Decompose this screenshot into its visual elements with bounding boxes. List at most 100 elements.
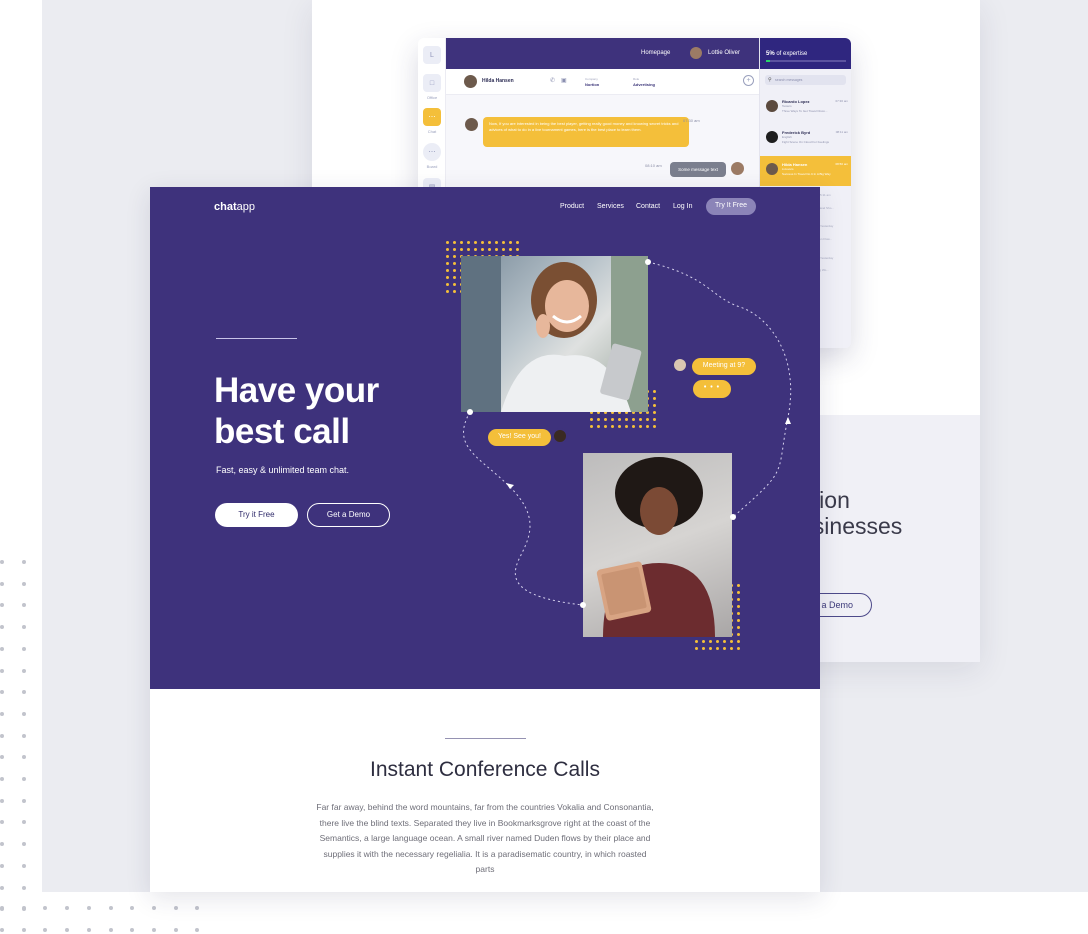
decor-dot (151, 906, 156, 910)
connector-node (645, 259, 651, 265)
progress-fill (766, 60, 770, 62)
phone-icon[interactable]: ✆ (550, 77, 555, 84)
decor-dot (86, 927, 91, 932)
front-landing-page: chatapp Product Services Contact Log In … (150, 187, 820, 892)
decor-dot (21, 777, 26, 781)
decor-dot (21, 863, 26, 868)
app-topbar: Homepage Lottie Oliver (446, 38, 759, 69)
video-icon[interactable]: ▣ (561, 77, 567, 84)
decor-dot (0, 668, 4, 673)
decor-dot (65, 927, 70, 932)
hero-section: chatapp Product Services Contact Log In … (150, 187, 820, 689)
decor-dot (0, 906, 4, 910)
contact-avatar (464, 75, 477, 88)
decor-dot (21, 798, 26, 803)
decor-dot (0, 755, 4, 760)
home-icon[interactable]: L (423, 46, 441, 64)
decor-dot (21, 603, 26, 608)
office-icon[interactable]: □ (423, 74, 441, 92)
chat-icon[interactable]: ⋯ (423, 108, 441, 126)
chip-reply: Yes! See you! (488, 429, 551, 446)
decor-dot (0, 863, 4, 868)
decor-dot (0, 603, 4, 608)
contact-role: Testers (782, 104, 792, 108)
search-icon: ⚲ (768, 77, 772, 83)
add-icon[interactable]: + (743, 75, 754, 86)
decor-dot (0, 885, 4, 890)
role-value: Advertising (633, 82, 656, 87)
decor-dot (0, 690, 4, 695)
contact-time: Yesterday (820, 224, 834, 228)
photo-woman-phone (461, 256, 648, 412)
sidebar-label-board: Board (426, 164, 438, 169)
board-icon[interactable]: ⋯ (423, 143, 441, 161)
decor-dot (65, 906, 70, 910)
sidebar-label-chat: Chat (427, 129, 437, 134)
contact-time: 08:11 am (835, 130, 848, 134)
topbar-user-name[interactable]: Lottie Oliver (708, 50, 740, 56)
search-messages-input[interactable]: search messages (765, 75, 846, 85)
progress-label: 5% of expertise (766, 51, 808, 57)
section-divider (445, 738, 526, 739)
decor-dot (173, 927, 178, 932)
decor-dot (173, 906, 178, 910)
decor-dot (130, 927, 135, 932)
topbar-homepage-link[interactable]: Homepage (641, 50, 670, 56)
message-avatar (465, 118, 478, 131)
section-body: Far far away, behind the word mountains,… (316, 802, 654, 874)
decor-dot (0, 842, 4, 847)
role-label: Role (633, 77, 640, 81)
chat-contact-name: Hilda Hansen (482, 78, 514, 84)
decor-dot (0, 625, 4, 630)
contact-role: English (782, 135, 792, 139)
contact-item-active[interactable]: Hilda Hansen Lt-lovers Success In Travel… (760, 156, 851, 186)
decor-dot (108, 906, 113, 910)
connector-node (467, 409, 473, 415)
decor-dot (21, 842, 26, 847)
contact-time: 08:50 am (835, 162, 848, 166)
decor-dot (195, 906, 200, 910)
decor-dot (0, 777, 4, 781)
decor-dot (21, 668, 26, 673)
contact-item[interactable]: Ricardo Lopez Testers Three Ways To Get … (760, 93, 851, 123)
decor-dot (195, 927, 200, 932)
progress-header: 5% of expertise (760, 38, 851, 69)
photo-woman-phone-illustration (461, 256, 648, 412)
avatar (672, 357, 688, 373)
decor-dot (0, 711, 4, 716)
chip-meeting: Meeting at 9? (692, 358, 756, 375)
my-avatar (731, 162, 744, 175)
contact-role: Lt-lovers (782, 167, 794, 171)
photo-woman-tablet-illustration (596, 457, 715, 637)
decor-dot (21, 755, 26, 760)
decor-dot (0, 798, 4, 803)
avatar (766, 131, 778, 143)
decor-dot (43, 906, 48, 910)
decor-dot (86, 906, 91, 910)
photo-woman-tablet (583, 453, 732, 637)
decor-dot (0, 560, 4, 564)
decor-dot (21, 820, 26, 825)
decor-dot (21, 690, 26, 695)
contact-item[interactable]: Frederick Byrd English Fight Scene On Cl… (760, 124, 851, 154)
company-label: Company (585, 77, 598, 81)
contact-time: 07:30 am (835, 99, 848, 103)
decor-dot (21, 906, 26, 910)
user-avatar[interactable] (690, 47, 702, 59)
contact-preview: Success In Travel Do It In A Big Way (782, 172, 831, 176)
decor-dot (21, 927, 26, 932)
decor-dot (0, 927, 4, 932)
decor-dot (0, 733, 4, 738)
connector-node (730, 514, 736, 520)
sidebar-label-office: Office (426, 95, 438, 100)
decor-dot (151, 927, 156, 932)
company-value: Nortion (585, 82, 600, 87)
decor-dot (21, 885, 26, 890)
decor-dot (21, 581, 26, 586)
decor-dot (108, 927, 113, 932)
chat-header: Hilda Hansen ✆ ▣ Company Nortion Role Ad… (446, 69, 759, 95)
decor-dot (0, 820, 4, 825)
incoming-message: Now, If you are interested in being the … (483, 117, 689, 147)
decor-dot (21, 625, 26, 630)
decor-dot (0, 581, 4, 586)
